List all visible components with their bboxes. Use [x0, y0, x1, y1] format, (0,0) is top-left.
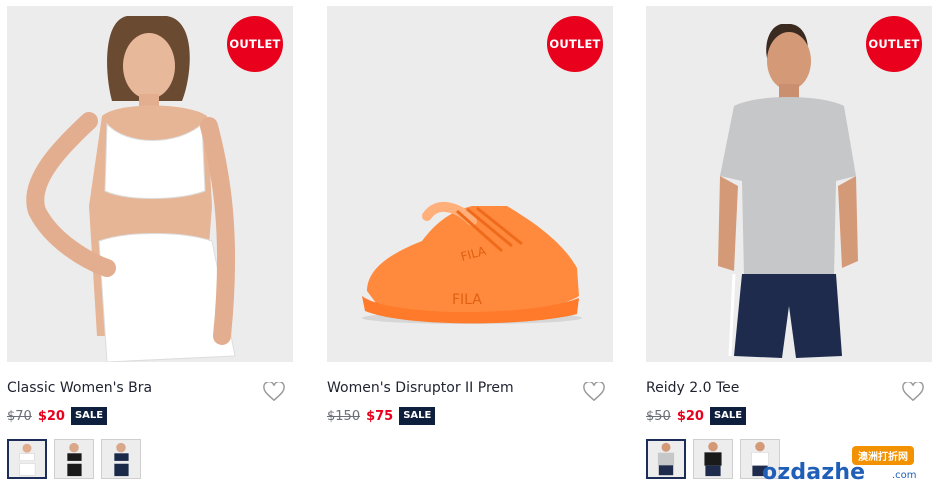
product-image[interactable]: OUTLET [646, 6, 932, 362]
sale-badge: SALE [70, 407, 108, 425]
product-title[interactable]: Reidy 2.0 Tee [646, 380, 739, 396]
original-price: $50 [646, 408, 671, 424]
product-card[interactable]: OUTLET Reidy 2.0 Tee $50 $20 SALE [646, 6, 932, 496]
product-title[interactable]: Women's Disruptor II Prem [327, 380, 514, 396]
outlet-badge: OUTLET [227, 16, 283, 72]
original-price: $70 [7, 408, 32, 424]
swatch-black[interactable] [54, 439, 94, 479]
watermark-domain-suffix: .com [892, 470, 917, 481]
swatch-thumbnail [9, 441, 45, 477]
product-card[interactable]: OUTLET Classic Women's Bra $70 $20 SALE [7, 6, 293, 496]
color-swatches [7, 439, 141, 479]
product-title[interactable]: Classic Women's Bra [7, 380, 152, 396]
swatch-thumbnail [55, 440, 93, 478]
svg-text:FILA: FILA [452, 292, 482, 308]
swatch-grey[interactable] [646, 439, 686, 479]
swatch-thumbnail [102, 440, 140, 478]
price-row: $50 $20 SALE [646, 406, 747, 426]
swatch-black[interactable] [693, 439, 733, 479]
sale-badge: SALE [399, 407, 436, 425]
watermark-logo-text: ozdazhe [762, 460, 866, 485]
sale-price: $20 [37, 408, 65, 424]
product-image[interactable]: OUTLET [7, 6, 293, 362]
swatch-white[interactable] [7, 439, 47, 479]
outlet-badge: OUTLET [547, 16, 603, 72]
sale-price: $20 [676, 408, 704, 424]
heart-outline-icon[interactable] [902, 382, 924, 402]
heart-outline-icon[interactable] [263, 382, 285, 402]
outlet-badge: OUTLET [866, 16, 922, 72]
price-row: $70 $20 SALE [7, 406, 108, 426]
sale-badge: SALE [709, 407, 747, 425]
swatch-thumbnail [694, 440, 732, 478]
site-watermark: 澳洲打折网 ozdazhe .com [752, 446, 928, 486]
swatch-navy[interactable] [101, 439, 141, 479]
heart-outline-icon[interactable] [583, 382, 605, 402]
original-price: $150 [327, 408, 361, 424]
product-card[interactable]: FILA FILA OUTLET Women's Disruptor II Pr… [327, 6, 613, 496]
sale-price: $75 [366, 408, 394, 424]
swatch-thumbnail [648, 441, 684, 477]
product-image[interactable]: FILA FILA OUTLET [327, 6, 613, 362]
price-row: $150 $75 SALE [327, 406, 436, 426]
